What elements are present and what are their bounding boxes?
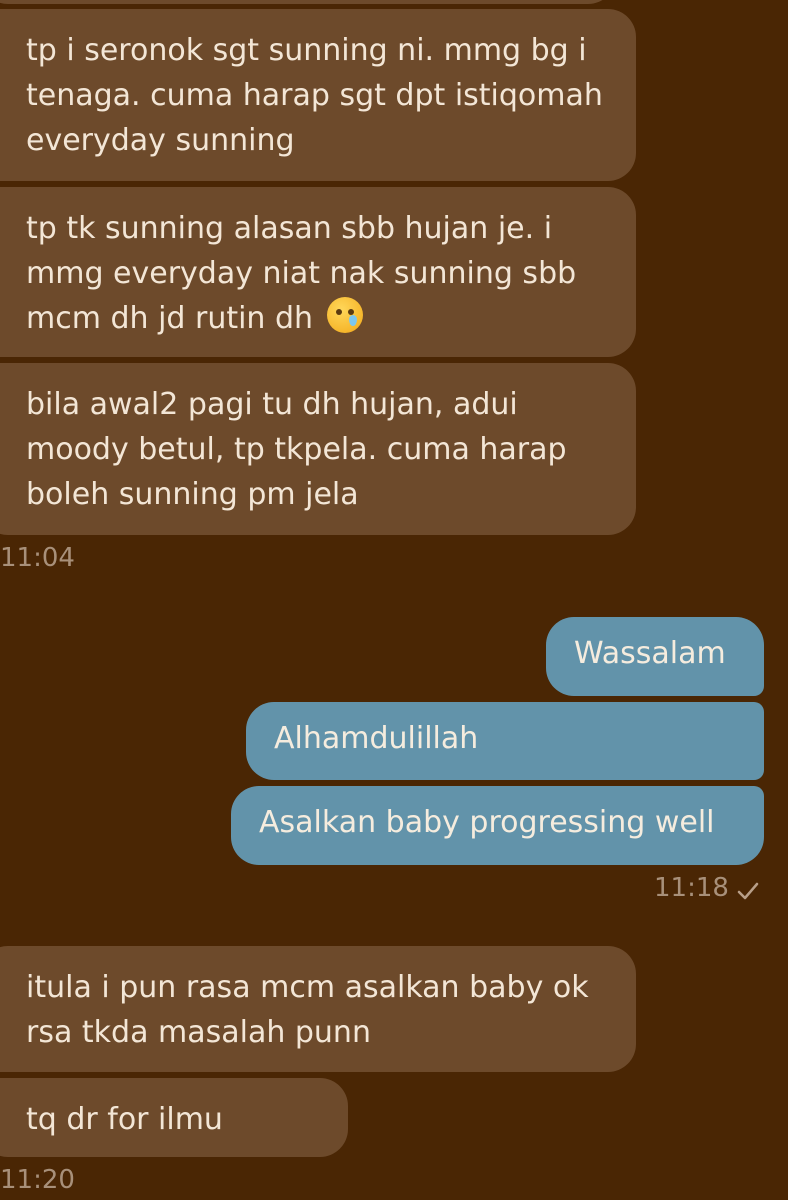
outgoing-message-1-text: Wassalam: [574, 636, 726, 671]
chat-thread: tp i seronok sgt sunning ni. mmg bg i te…: [0, 0, 788, 1200]
outgoing-message-1[interactable]: Wassalam: [546, 617, 764, 696]
check-icon: [737, 882, 759, 900]
outgoing-message-3-text: Asalkan baby progressing well: [259, 805, 715, 840]
incoming-message-4-text: itula i pun rasa mcm asalkan baby ok rsa…: [26, 970, 589, 1050]
message-timestamp: 11:04: [0, 543, 75, 573]
incoming-message-5-text: tq dr for ilmu: [26, 1102, 223, 1137]
incoming-message-4[interactable]: itula i pun rasa mcm asalkan baby ok rsa…: [0, 946, 636, 1072]
incoming-message-2-text: tp tk sunning alasan sbb hujan je. i mmg…: [26, 211, 577, 336]
incoming-message-5[interactable]: tq dr for ilmu: [0, 1078, 348, 1157]
face-holding-back-tears-icon: [326, 297, 363, 333]
message-timestamp: 11:20: [0, 1165, 75, 1195]
incoming-message-3[interactable]: bila awal2 pagi tu dh hujan, adui moody …: [0, 363, 636, 535]
outgoing-message-2-text: Alhamdulillah: [274, 721, 479, 756]
outgoing-message-3[interactable]: Asalkan baby progressing well: [231, 786, 764, 865]
message-bubble-cutoff[interactable]: [0, 0, 616, 4]
incoming-message-3-text: bila awal2 pagi tu dh hujan, adui moody …: [26, 387, 567, 512]
outgoing-message-2[interactable]: Alhamdulillah: [246, 702, 764, 780]
incoming-message-2[interactable]: tp tk sunning alasan sbb hujan je. i mmg…: [0, 187, 636, 357]
incoming-message-1[interactable]: tp i seronok sgt sunning ni. mmg bg i te…: [0, 9, 636, 181]
incoming-message-1-text: tp i seronok sgt sunning ni. mmg bg i te…: [26, 33, 603, 158]
message-timestamp: 11:18: [654, 873, 729, 903]
